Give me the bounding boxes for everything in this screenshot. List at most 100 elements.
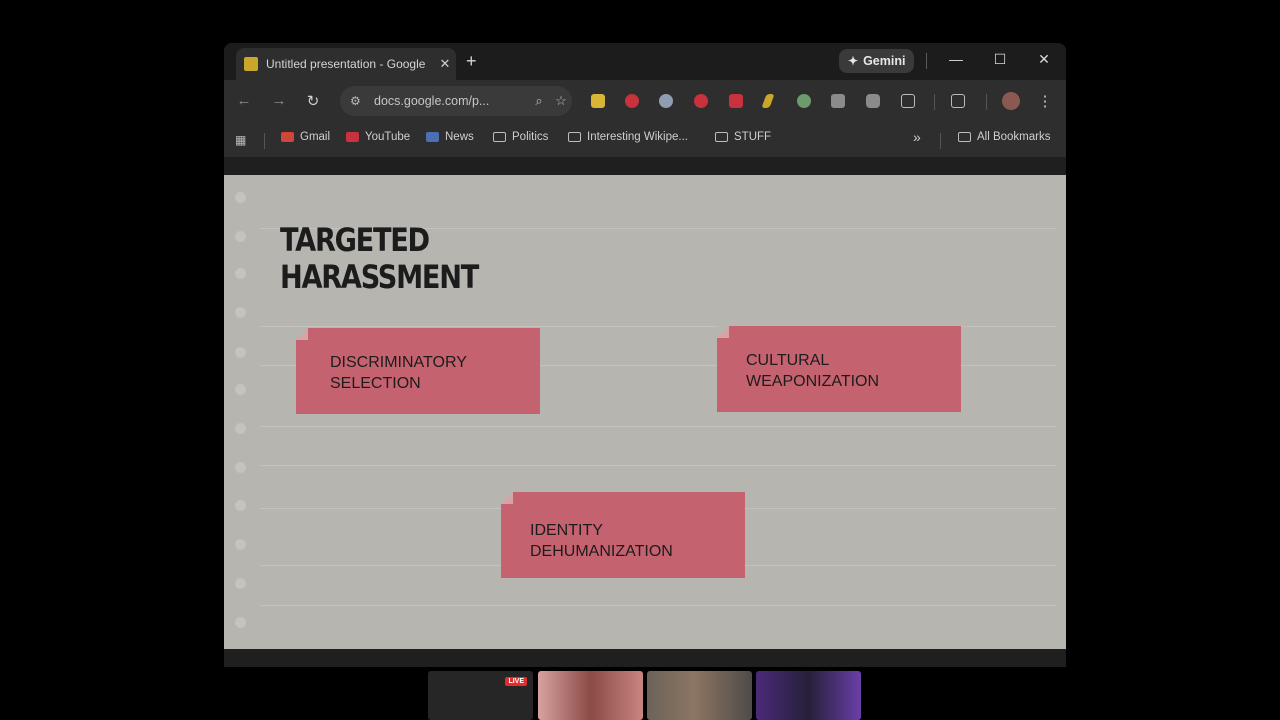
note-corner-fold	[296, 328, 308, 340]
presentation-slide[interactable]: TARGETED HARASSMENT DISCRIMINATORY SELEC…	[224, 175, 1066, 649]
bookmark-label: Interesting Wikipe...	[587, 131, 688, 143]
binder-hole	[235, 347, 246, 358]
all-bookmarks-label: All Bookmarks	[977, 131, 1051, 143]
new-tab-button[interactable]: +	[466, 52, 477, 70]
sticky-note-identity-dehumanization[interactable]: IDENTITY DEHUMANIZATION	[501, 492, 745, 578]
bookmark-folder-stuff[interactable]: STUFF	[715, 131, 771, 143]
sparkle-icon: ✦	[848, 54, 859, 68]
note-line1: CULTURAL	[746, 352, 830, 369]
close-window-button[interactable]: ✕	[1034, 51, 1054, 68]
ruled-line	[260, 426, 1056, 427]
screenshot-extension-icon[interactable]	[831, 94, 845, 108]
camera-extension-icon[interactable]	[866, 94, 880, 108]
slide-title-line1: TARGETED	[280, 221, 430, 259]
toolbar-divider-2	[986, 94, 987, 110]
binder-hole	[235, 423, 246, 434]
bookmark-star-icon[interactable]: ☆	[550, 93, 572, 109]
profile-avatar[interactable]	[1002, 92, 1020, 110]
binder-hole	[235, 268, 246, 279]
ruled-line	[260, 465, 1056, 466]
lens-search-icon[interactable]	[951, 94, 965, 108]
note-line2: DEHUMANIZATION	[530, 543, 673, 560]
sticky-note-discriminatory-selection[interactable]: DISCRIMINATORY SELECTION	[296, 328, 540, 414]
adblock-extension-icon[interactable]	[694, 94, 708, 108]
notes-extension-icon[interactable]	[591, 94, 605, 108]
site-settings-icon[interactable]: ⚙	[350, 94, 366, 108]
gemini-label: Gemini	[863, 54, 906, 68]
gmail-icon	[281, 132, 294, 142]
tab-close-icon[interactable]: ✕	[434, 56, 456, 72]
bookmark-youtube[interactable]: YouTube	[346, 131, 410, 143]
url-text[interactable]: docs.google.com/p...	[374, 94, 528, 108]
all-bookmarks-button[interactable]: All Bookmarks	[958, 131, 1051, 143]
bookmark-label: STUFF	[734, 131, 772, 143]
bookmarks-divider-2	[940, 133, 941, 149]
binder-hole	[235, 462, 246, 473]
binder-hole	[235, 231, 246, 242]
note-line1: DISCRIMINATORY	[330, 354, 467, 371]
gemini-button[interactable]: ✦ Gemini	[839, 49, 915, 73]
binder-hole	[235, 192, 246, 203]
note-line2: SELECTION	[330, 375, 421, 392]
note-corner-fold	[501, 492, 513, 504]
toolbar-divider	[934, 94, 935, 110]
apps-grid-icon[interactable]: ▦	[235, 133, 249, 147]
sticky-note-cultural-weaponization[interactable]: CULTURAL WEAPONIZATION	[717, 326, 961, 412]
globe-extension-icon[interactable]	[659, 94, 673, 108]
news-icon	[426, 132, 439, 142]
bookmark-gmail[interactable]: Gmail	[281, 131, 330, 143]
bookmark-label: Gmail	[300, 131, 331, 143]
back-button[interactable]: ←	[235, 92, 253, 109]
bookmarks-divider	[264, 133, 265, 149]
maximize-button[interactable]: ☐	[990, 51, 1010, 68]
pocket-extension-icon[interactable]	[625, 94, 639, 108]
tab-title: Untitled presentation - Google	[266, 57, 426, 71]
bookmark-label: YouTube	[365, 131, 411, 143]
binder-hole	[235, 384, 246, 395]
webcam-thumbnail-2[interactable]	[647, 671, 752, 720]
screen-share-thumbnail[interactable]: LIVE	[428, 671, 533, 720]
youtube-extension-icon[interactable]	[729, 94, 743, 108]
binder-hole	[235, 578, 246, 589]
webcam-thumbnail-1[interactable]	[538, 671, 643, 720]
note-line2: WEAPONIZATION	[746, 373, 880, 390]
slide-title: TARGETED HARASSMENT	[280, 221, 479, 296]
extensions-puzzle-icon[interactable]	[901, 94, 915, 108]
forward-button[interactable]: →	[270, 92, 288, 109]
browser-toolbar: ← → ↻ ⚙ docs.google.com/p... ⌕ ☆ ⋮	[224, 80, 1066, 123]
tab-strip: Untitled presentation - Google ✕ + ✦ Gem…	[224, 43, 1066, 80]
folder-icon	[493, 132, 506, 142]
page-content: TARGETED HARASSMENT DISCRIMINATORY SELEC…	[224, 157, 1066, 667]
note-line1: IDENTITY	[530, 522, 603, 539]
folder-icon	[958, 132, 971, 142]
bookmark-folder-politics[interactable]: Politics	[493, 131, 548, 143]
browser-menu-button[interactable]: ⋮	[1036, 92, 1054, 110]
slides-favicon-icon	[244, 57, 258, 71]
bookmarks-overflow-button[interactable]: »	[913, 129, 921, 145]
note-corner-fold	[717, 326, 729, 338]
webcam-thumbnail-3[interactable]	[756, 671, 861, 720]
binder-hole	[235, 617, 246, 628]
bookmarks-bar: ▦ Gmail YouTube News Politics Interestin…	[224, 123, 1066, 157]
reload-button[interactable]: ↻	[304, 92, 322, 110]
folder-icon	[715, 132, 728, 142]
bookmark-folder-wiki[interactable]: Interesting Wikipe...	[568, 131, 688, 143]
tab-slides[interactable]: Untitled presentation - Google ✕	[236, 48, 456, 80]
slide-title-line2: HARASSMENT	[280, 258, 479, 296]
tabstrip-divider	[926, 53, 927, 69]
youtube-icon	[346, 132, 359, 142]
zoom-icon[interactable]: ⌕	[528, 93, 550, 109]
binder-hole	[235, 500, 246, 511]
address-bar[interactable]: ⚙ docs.google.com/p... ⌕ ☆	[340, 86, 572, 116]
minimize-button[interactable]: —	[946, 51, 966, 67]
pen-extension-icon[interactable]	[761, 94, 775, 108]
toggle-extension-icon[interactable]	[797, 94, 811, 108]
bookmark-label: Politics	[512, 131, 549, 143]
bookmark-label: News	[445, 131, 474, 143]
bookmark-news[interactable]: News	[426, 131, 474, 143]
folder-icon	[568, 132, 581, 142]
binder-hole	[235, 539, 246, 550]
live-badge: LIVE	[505, 677, 527, 686]
browser-window: Untitled presentation - Google ✕ + ✦ Gem…	[224, 43, 1066, 667]
ruled-line	[260, 605, 1056, 606]
